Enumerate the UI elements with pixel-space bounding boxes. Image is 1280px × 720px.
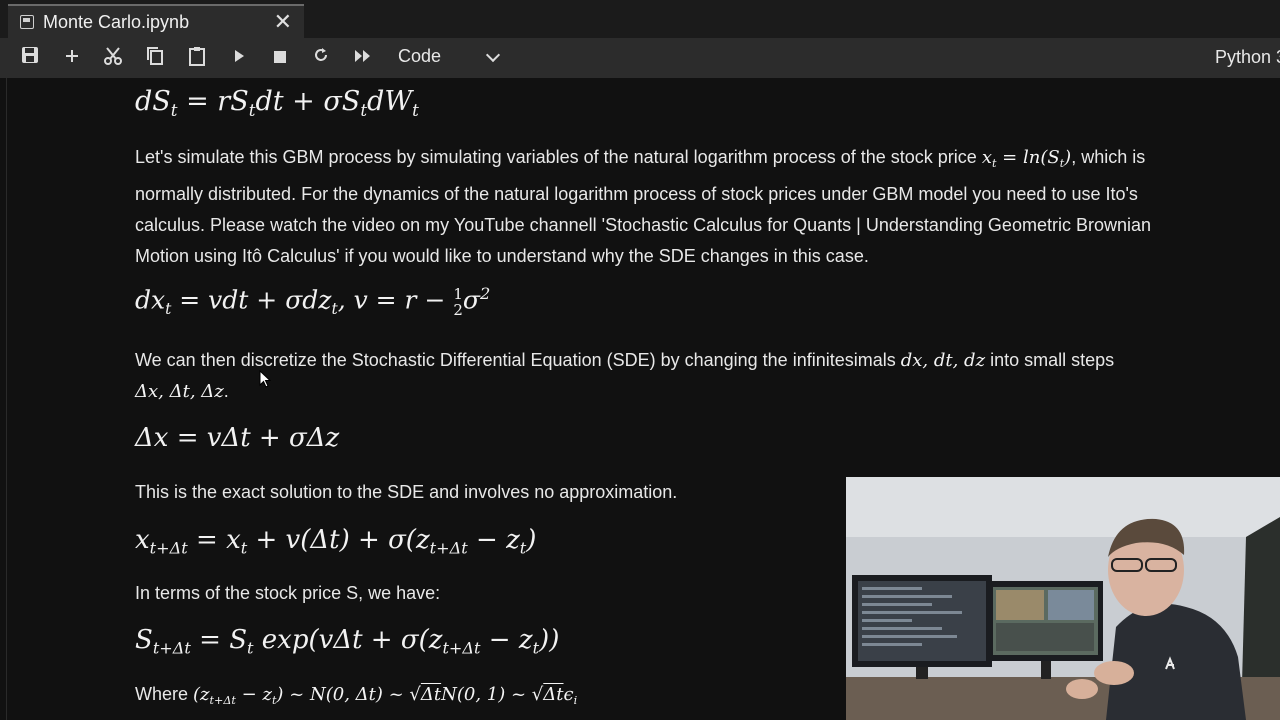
cell-type-dropdown[interactable]: Code: [398, 46, 508, 70]
close-icon[interactable]: ✕: [274, 9, 292, 35]
copy-icon[interactable]: [143, 46, 167, 70]
notebook-tab[interactable]: Monte Carlo.ipynb ✕: [8, 4, 304, 38]
chevron-down-icon: [485, 47, 501, 63]
tab-bar: Monte Carlo.ipynb ✕: [0, 0, 1280, 38]
stop-icon[interactable]: [268, 46, 292, 70]
tab-title: Monte Carlo.ipynb: [43, 12, 190, 32]
add-icon[interactable]: [60, 46, 84, 70]
paragraph-line: We can then discretize the Stochastic Di…: [135, 350, 1115, 371]
cell-gutter: [6, 78, 7, 720]
notebook-toolbar: Code Python 3: [0, 38, 1280, 78]
mouse-cursor-icon: [259, 370, 271, 388]
paste-icon[interactable]: [185, 46, 209, 70]
paragraph-line: calculus. Please watch the video on my Y…: [135, 214, 1151, 235]
equation-log-process: dxt = vdt + σdzt, v = r − 1 2σ2: [135, 284, 491, 319]
restart-icon[interactable]: [309, 46, 333, 70]
paragraph-line: Δx, Δt, Δz.: [135, 381, 229, 402]
fast-forward-icon[interactable]: [351, 46, 375, 70]
paragraph-where: Where (zt+Δt − zt) ~ N(0, Δt) ~ √ΔtN(0, …: [135, 684, 578, 707]
save-icon[interactable]: [18, 46, 42, 70]
paragraph-line: Let's simulate this GBM process by simul…: [135, 147, 1146, 170]
equation-exact-solution: xt+Δt = xt + v(Δt) + σ(zt+Δt − zt): [135, 525, 537, 558]
equation-stock-price: St+Δt = St exp(vΔt + σ(zt+Δt − zt)): [135, 625, 560, 658]
cut-icon[interactable]: [101, 46, 125, 70]
equation-discrete: Δx = vΔt + σΔz: [135, 423, 340, 453]
equation-gbm: dSt = rStdt + σStdWt: [135, 86, 419, 120]
paragraph-stock-price: In terms of the stock price S, we have:: [135, 583, 441, 603]
run-icon[interactable]: [227, 46, 251, 70]
paragraph-intro: Let's simulate this GBM process by simul…: [135, 142, 1151, 272]
paragraph-line: Motion using Itô Calculus' if you would …: [135, 245, 869, 266]
paragraph-exact: This is the exact solution to the SDE an…: [135, 482, 678, 502]
cell-type-value: Code: [398, 46, 442, 66]
kernel-name[interactable]: Python 3: [1215, 47, 1280, 68]
notebook-icon: [20, 15, 34, 29]
webcam-video: [846, 477, 1280, 720]
paragraph-discretize: We can then discretize the Stochastic Di…: [135, 345, 1114, 407]
paragraph-line: normally distributed. For the dynamics o…: [135, 183, 1138, 204]
